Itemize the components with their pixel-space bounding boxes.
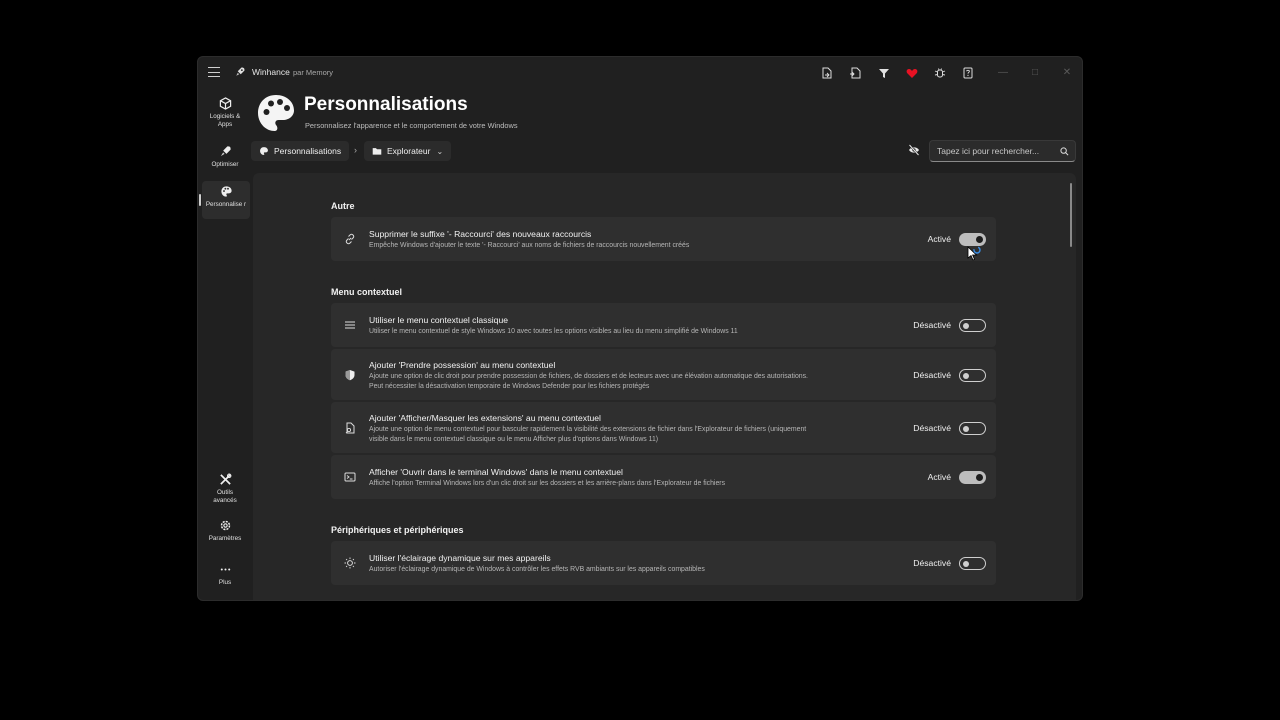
more-icon	[220, 568, 230, 571]
setting-title: Afficher 'Ouvrir dans le terminal Window…	[369, 467, 623, 477]
nav-settings[interactable]: Paramètres	[201, 519, 249, 547]
setting-title: Utiliser le menu contextuel classique	[369, 315, 508, 325]
section-title-autre: Autre	[331, 201, 355, 211]
filter-icon[interactable]	[877, 66, 891, 80]
setting-description: Affiche l'option Terminal Windows lors d…	[369, 480, 726, 487]
hamburger-menu-icon[interactable]	[208, 67, 220, 77]
setting-description: Empêche Windows d'ajouter le texte '- Ra…	[369, 242, 690, 249]
gear-icon	[220, 520, 230, 531]
search-input[interactable]	[937, 146, 1057, 156]
windows-terminal-toggle[interactable]	[959, 471, 986, 484]
nav-customize[interactable]: Personnalise r	[202, 181, 250, 219]
search-box[interactable]	[929, 140, 1076, 162]
setting-title: Utiliser l'éclairage dynamique sur mes a…	[369, 553, 551, 563]
breadcrumb-root[interactable]: Personnalisations	[251, 141, 350, 161]
setting-description-line: Ajoute une option de menu contextuel pou…	[369, 426, 807, 433]
palette-icon	[260, 147, 268, 155]
setting-state-label: Désactivé	[913, 423, 951, 433]
setting-title: Ajouter 'Afficher/Masquer les extensions…	[369, 413, 601, 423]
shield-icon	[343, 368, 357, 382]
shortcut-suffix-toggle[interactable]	[959, 233, 986, 246]
file-search-icon	[343, 421, 357, 435]
nav-more-label: Plus	[218, 579, 232, 586]
folder-icon	[372, 148, 382, 155]
search-icon[interactable]	[1060, 147, 1069, 156]
sun-icon	[343, 556, 357, 570]
import-icon[interactable]	[848, 66, 862, 80]
setting-state-label: Désactivé	[913, 320, 951, 330]
take-ownership-toggle[interactable]	[959, 369, 986, 382]
setting-description: Ajoute une option de clic droit pour pre…	[369, 372, 909, 392]
app-window: Winhance par Memory — □ ✕ Logiciels & Ap…	[197, 56, 1083, 601]
breadcrumb-current-label: Explorateur	[387, 146, 431, 156]
setting-row-windows-terminal: Afficher 'Ouvrir dans le terminal Window…	[331, 455, 996, 499]
setting-row-take-ownership: Ajouter 'Prendre possession' au menu con…	[331, 349, 996, 400]
rocket-icon	[220, 146, 231, 157]
nav-optimize[interactable]: Optimiser	[201, 145, 249, 171]
rocket-logo-icon	[236, 67, 245, 76]
setting-description-line: Peut nécessiter la désactivation tempora…	[369, 383, 650, 390]
settings-content: Autre Supprimer le suffixe '- Raccourci'…	[253, 173, 1076, 600]
terminal-icon	[343, 470, 357, 484]
setting-description-line: visible dans le menu contextuel classiqu…	[369, 436, 659, 443]
classic-menu-toggle[interactable]	[959, 319, 986, 332]
nav-settings-label: Paramètres	[208, 535, 242, 542]
setting-description-line: Ajoute une option de clic droit pour pre…	[369, 373, 808, 380]
app-author: par Memory	[293, 68, 334, 77]
content-scrollbar[interactable]	[1070, 183, 1072, 247]
close-icon[interactable]: ✕	[1059, 65, 1075, 79]
page-subtitle: Personnalisez l'apparence et le comporte…	[305, 121, 518, 130]
nav-selection-indicator	[199, 194, 201, 206]
heart-icon[interactable]	[905, 66, 919, 80]
setting-title: Supprimer le suffixe '- Raccourci' des n…	[369, 229, 592, 239]
mouse-cursor-icon	[967, 246, 981, 261]
nav-optimize-label: Optimiser	[211, 161, 239, 168]
nav-software[interactable]: Logiciels & Apps	[201, 97, 249, 135]
setting-state-label: Désactivé	[913, 370, 951, 380]
minimize-icon[interactable]: —	[995, 65, 1011, 79]
setting-state-label: Désactivé	[913, 558, 951, 568]
nav-more[interactable]: Plus	[201, 563, 249, 591]
menu-lines-icon	[343, 318, 357, 332]
show-extensions-toggle[interactable]	[959, 422, 986, 435]
setting-state-label: Activé	[927, 472, 951, 482]
dynamic-lighting-toggle[interactable]	[959, 557, 986, 570]
setting-row-classic-menu: Utiliser le menu contextuel classique Ut…	[331, 303, 996, 347]
setting-description: Autoriser l'éclairage dynamique de Windo…	[369, 566, 705, 573]
breadcrumb-current[interactable]: Explorateur ⌄	[364, 141, 452, 161]
setting-state-label: Activé	[927, 234, 951, 244]
export-icon[interactable]	[820, 66, 834, 80]
bug-icon[interactable]	[933, 66, 947, 80]
help-icon[interactable]	[961, 66, 975, 80]
nav-advanced-label: Outils avancés	[213, 489, 237, 504]
tools-icon	[219, 473, 231, 485]
chevron-down-icon: ⌄	[436, 146, 444, 156]
maximize-icon[interactable]: □	[1027, 65, 1043, 79]
setting-row-dynamic-lighting: Utiliser l'éclairage dynamique sur mes a…	[331, 541, 996, 585]
setting-row-shortcut-suffix: Supprimer le suffixe '- Raccourci' des n…	[331, 217, 996, 261]
link-icon	[343, 232, 357, 246]
section-title-menu: Menu contextuel	[331, 287, 403, 297]
eye-off-icon[interactable]	[908, 144, 920, 156]
nav-customize-label: Personnalise r	[205, 201, 247, 208]
page-title: Personnalisations	[304, 94, 468, 115]
nav-advanced-tools[interactable]: Outils avancés	[201, 473, 249, 509]
breadcrumb-root-label: Personnalisations	[274, 146, 342, 156]
breadcrumb-separator-icon: ›	[354, 145, 357, 155]
section-title-peripheriques: Périphériques et périphériques	[331, 525, 464, 535]
title-bar: Winhance par Memory — □ ✕	[198, 57, 1082, 89]
palette-header-icon	[258, 95, 294, 131]
setting-row-show-extensions: Ajouter 'Afficher/Masquer les extensions…	[331, 402, 996, 453]
palette-icon	[220, 186, 232, 197]
nav-software-label: Logiciels & Apps	[209, 113, 241, 128]
app-name: Winhance	[252, 67, 290, 77]
setting-description: Utiliser le menu contextuel de style Win…	[369, 328, 738, 335]
setting-title: Ajouter 'Prendre possession' au menu con…	[369, 360, 556, 370]
setting-description: Ajoute une option de menu contextuel pou…	[369, 425, 909, 445]
box-icon	[219, 97, 231, 110]
